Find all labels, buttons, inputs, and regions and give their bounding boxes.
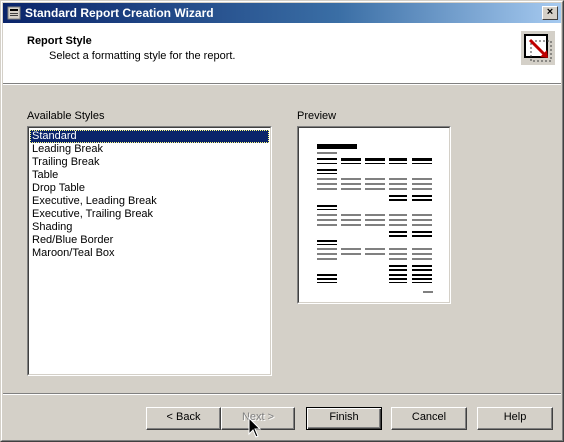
styles-listbox[interactable]: Standard Leading Break Trailing Break Table… [27,126,272,376]
back-button[interactable]: < Back [146,407,221,430]
help-button[interactable]: Help [477,407,553,430]
close-button[interactable]: × [542,6,558,20]
preview-label: Preview [297,110,337,122]
style-list-item[interactable]: Executive, Trailing Break [30,208,269,221]
preview-pane [297,126,451,304]
style-list-item[interactable]: Drop Table [30,182,269,195]
available-styles-label: Available Styles [27,110,105,122]
mouse-pointer-icon [248,417,262,438]
close-icon: × [546,6,554,18]
style-list-item[interactable]: Red/Blue Border [30,234,269,247]
wizard-window: Standard Report Creation Wizard × Report… [0,0,564,442]
style-list-item[interactable]: Leading Break [30,143,269,156]
style-list-item[interactable]: Standard [30,130,269,143]
title-bar[interactable]: Standard Report Creation Wizard × [3,3,561,23]
style-list-item[interactable]: Table [30,169,269,182]
preview-frame [298,127,450,303]
wizard-header: Report Style Select a formatting style f… [3,23,561,83]
standard-style-preview [317,144,433,293]
page-title: Report Style [27,35,92,47]
app-icon [7,6,21,20]
finish-button[interactable]: Finish [306,407,382,430]
page-subtitle: Select a formatting style for the report… [49,50,236,62]
footer-divider [3,393,561,395]
style-list-item[interactable]: Trailing Break [30,156,269,169]
style-list-item[interactable]: Executive, Leading Break [30,195,269,208]
window-title: Standard Report Creation Wizard [25,6,214,20]
style-list-item[interactable]: Shading [30,221,269,234]
style-list-item[interactable]: Maroon/Teal Box [30,247,269,260]
header-divider [3,83,561,85]
styles-list: Standard Leading Break Trailing Break Table… [28,127,271,375]
cancel-button[interactable]: Cancel [391,407,467,430]
report-style-wizard-icon [521,31,555,65]
